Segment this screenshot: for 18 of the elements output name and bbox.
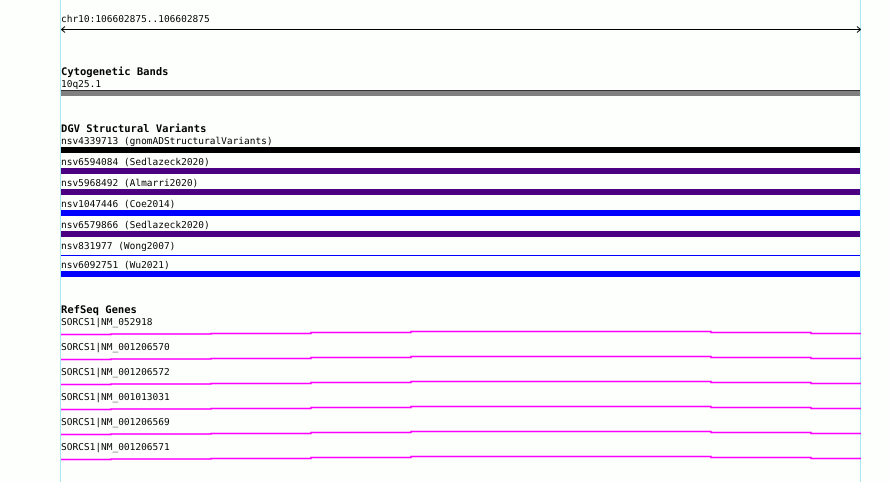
ruler-label: chr10:106602875..106602875 bbox=[61, 14, 211, 26]
feature-label: nsv831977 (Wong2007) bbox=[61, 241, 176, 252]
feature-label: nsv1047446 (Coe2014) bbox=[61, 199, 176, 210]
feature-label: SORCS1|NM_001206571 bbox=[61, 442, 171, 453]
feature-label: SORCS1|NM_052918 bbox=[61, 317, 154, 328]
feature-label: SORCS1|NM_001206572 bbox=[61, 367, 171, 378]
track-title: Cytogenetic Bands bbox=[61, 67, 170, 79]
feature-label: nsv6594084 (Sedlazeck2020) bbox=[61, 157, 211, 168]
feature-label: nsv6579866 (Sedlazeck2020) bbox=[61, 220, 211, 231]
track-title: RefSeq Genes bbox=[61, 305, 138, 317]
feature-label: SORCS1|NM_001206570 bbox=[61, 342, 171, 353]
feature-label: nsv5968492 (Almarri2020) bbox=[61, 178, 200, 189]
track-title: DGV Structural Variants bbox=[61, 124, 208, 136]
feature-label: SORCS1|NM_001013031 bbox=[61, 392, 171, 403]
feature-label: SORCS1|NM_001206569 bbox=[61, 417, 171, 428]
feature-label: nsv4339713 (gnomADStructuralVariants) bbox=[61, 136, 274, 147]
feature-label: 10q25.1 bbox=[61, 79, 102, 90]
feature-label: nsv6092751 (Wu2021) bbox=[61, 260, 171, 271]
